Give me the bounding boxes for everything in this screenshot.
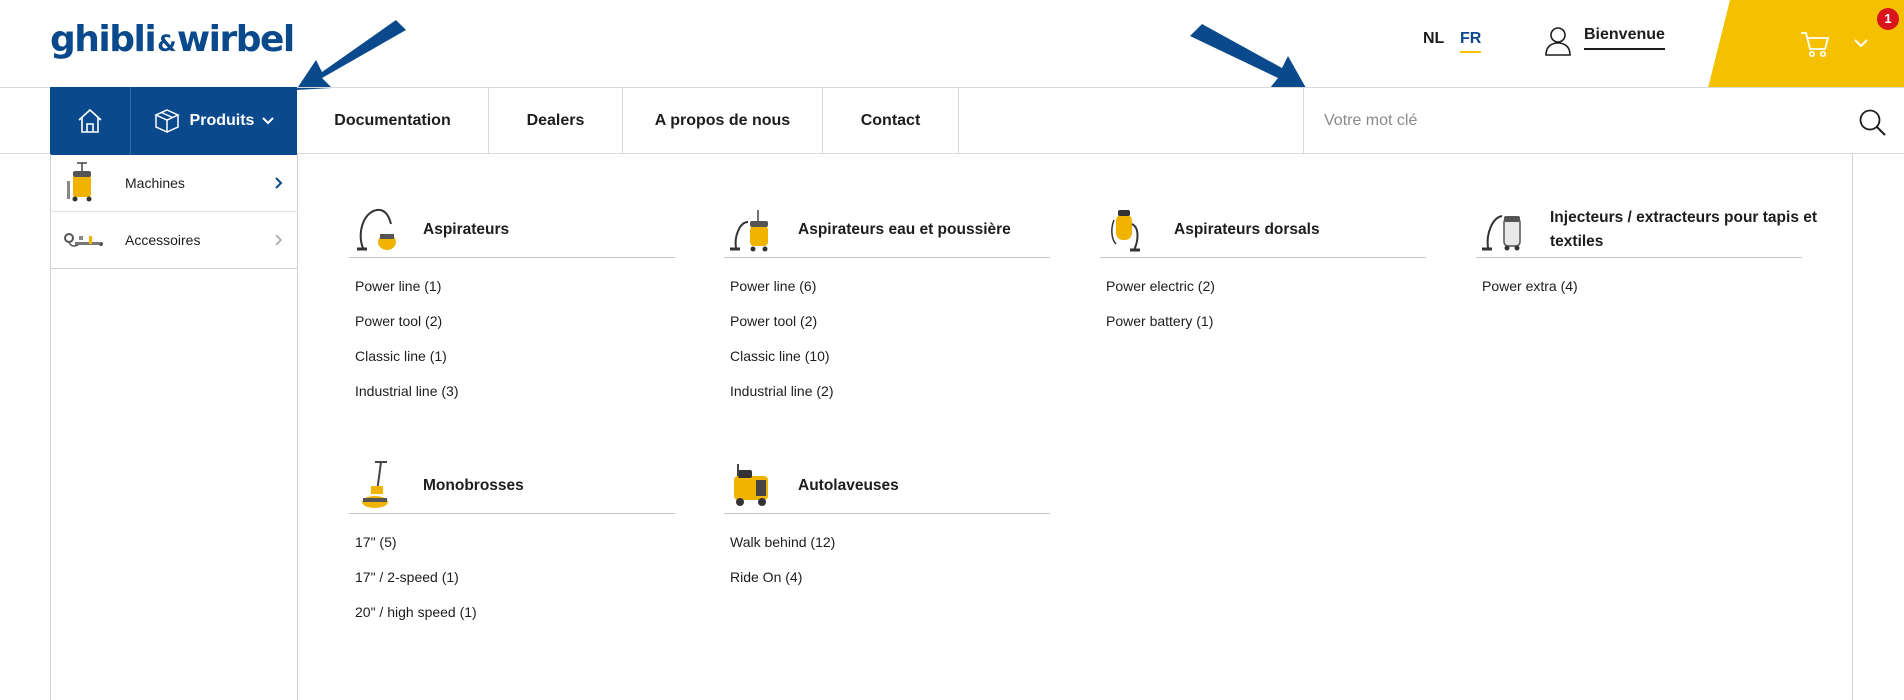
chevron-right-icon xyxy=(275,176,283,189)
category-header[interactable]: Aspirateurs dorsals xyxy=(1100,204,1426,258)
products-mega-menu: Machines Accessoires Aspirateurs Power l… xyxy=(50,154,1853,700)
category-list: Power line (1) Power tool (2) Classic li… xyxy=(349,258,675,416)
category-link[interactable]: 20" / high speed (1) xyxy=(349,602,675,637)
nav-contact[interactable]: Contact xyxy=(823,88,959,154)
category-list: Walk behind (12) Ride On (4) xyxy=(724,514,1050,602)
category-link[interactable]: Walk behind (12) xyxy=(724,532,1050,567)
annotation-arrow-left xyxy=(296,20,406,90)
wet-dry-vacuum-icon xyxy=(730,210,768,252)
category-link[interactable]: Ride On (4) xyxy=(724,567,1050,602)
category-header[interactable]: Aspirateurs xyxy=(349,204,675,258)
scrubber-dryer-icon xyxy=(734,464,768,506)
machine-thumbnail-icon xyxy=(67,161,92,201)
user-icon xyxy=(1545,27,1571,56)
main-nav: Produits Documentation Dealers A propos … xyxy=(0,87,1904,155)
lang-nl-link[interactable]: NL xyxy=(1423,30,1444,48)
welcome-label: Bienvenue xyxy=(1584,26,1665,50)
category-list: Power electric (2) Power battery (1) xyxy=(1100,258,1426,346)
home-icon xyxy=(78,108,102,133)
category-aspirateurs-eau-poussiere: Aspirateurs eau et poussière Power line … xyxy=(724,204,1050,416)
carpet-extractor-icon xyxy=(1482,215,1521,251)
annotation-arrow-right xyxy=(1190,24,1306,88)
category-link[interactable]: Power battery (1) xyxy=(1100,311,1426,346)
category-list: Power line (6) Power tool (2) Classic li… xyxy=(724,258,1050,416)
floor-machine-icon xyxy=(362,461,388,508)
category-list: Power extra (4) xyxy=(1476,258,1802,311)
chevron-right-icon xyxy=(275,234,283,246)
category-link[interactable]: Classic line (10) xyxy=(724,346,1050,381)
chevron-down-icon xyxy=(262,117,275,125)
category-list: 17" (5) 17" / 2-speed (1) 20" / high spe… xyxy=(349,514,675,637)
sidebar-item-label: Accessoires xyxy=(125,232,201,248)
category-injecteurs-extracteurs: Injecteurs / extracteurs pour tapis et t… xyxy=(1476,204,1817,311)
brand-logo[interactable]: ghibli&wirbel xyxy=(50,18,295,66)
accessories-thumbnail-icon xyxy=(64,233,103,247)
logo-text: ghibli&wirbel xyxy=(50,19,295,60)
category-link[interactable]: Classic line (1) xyxy=(349,346,675,381)
category-autolaveuses: Autolaveuses Walk behind (12) Ride On (4… xyxy=(724,460,1050,602)
category-link[interactable]: Power tool (2) xyxy=(724,311,1050,346)
category-link[interactable]: 17" (5) xyxy=(349,532,675,567)
site-header: ghibli&wirbel NL FR Bienvenue 1 xyxy=(0,0,1904,90)
category-title: Autolaveuses xyxy=(798,477,899,494)
cart-count-badge: 1 xyxy=(1877,8,1899,30)
sidebar-item-accessoires[interactable]: Accessoires xyxy=(51,211,298,269)
category-aspirateurs: Aspirateurs Power line (1) Power tool (2… xyxy=(349,204,675,416)
search-input[interactable] xyxy=(1304,88,1844,154)
category-title: Aspirateurs xyxy=(423,221,510,238)
nav-documentation[interactable]: Documentation xyxy=(297,88,489,154)
account-link[interactable]: Bienvenue xyxy=(1544,26,1665,56)
category-link[interactable]: Power tool (2) xyxy=(349,311,675,346)
nav-dealers[interactable]: Dealers xyxy=(489,88,623,154)
nav-about[interactable]: A propos de nous xyxy=(623,88,823,154)
category-title: Aspirateurs dorsals xyxy=(1174,221,1320,238)
chevron-down-icon xyxy=(1854,39,1868,48)
category-link[interactable]: Power line (1) xyxy=(349,276,675,311)
products-menu-button[interactable]: Produits xyxy=(131,87,297,155)
lang-fr-link[interactable]: FR xyxy=(1460,30,1482,53)
products-label: Produits xyxy=(189,112,255,129)
category-aspirateurs-dorsals: Aspirateurs dorsals Power electric (2) P… xyxy=(1100,204,1426,346)
category-monobrosses: Monobrosses 17" (5) 17" / 2-speed (1) 20… xyxy=(349,460,675,637)
category-header[interactable]: Aspirateurs eau et poussière xyxy=(724,204,1050,258)
sidebar-item-label: Machines xyxy=(125,174,185,191)
category-title: Monobrosses xyxy=(423,477,524,494)
category-link[interactable]: 17" / 2-speed (1) xyxy=(349,567,675,602)
vacuum-icon xyxy=(357,208,396,251)
category-header[interactable]: Autolaveuses xyxy=(724,460,1050,514)
cart-icon xyxy=(1801,32,1830,57)
category-link[interactable]: Power line (6) xyxy=(724,276,1050,311)
box-icon xyxy=(153,109,180,134)
sidebar-item-machines[interactable]: Machines xyxy=(51,154,298,211)
search-icon[interactable] xyxy=(1858,108,1886,136)
category-link[interactable]: Industrial line (2) xyxy=(724,381,1050,416)
category-title: Injecteurs / extracteurs pour tapis et t… xyxy=(1550,209,1818,250)
category-header[interactable]: Injecteurs / extracteurs pour tapis et t… xyxy=(1476,204,1817,258)
search-bar xyxy=(1303,88,1904,154)
category-link[interactable]: Power extra (4) xyxy=(1476,276,1802,311)
category-title: Aspirateurs eau et poussière xyxy=(798,221,1011,238)
backpack-vacuum-icon xyxy=(1111,210,1140,252)
home-button[interactable] xyxy=(50,87,131,155)
category-link[interactable]: Industrial line (3) xyxy=(349,381,675,416)
category-link[interactable]: Power electric (2) xyxy=(1100,276,1426,311)
category-sidebar: Machines Accessoires xyxy=(51,154,298,700)
category-header[interactable]: Monobrosses xyxy=(349,460,675,514)
cart-button[interactable]: 1 xyxy=(1708,0,1904,88)
